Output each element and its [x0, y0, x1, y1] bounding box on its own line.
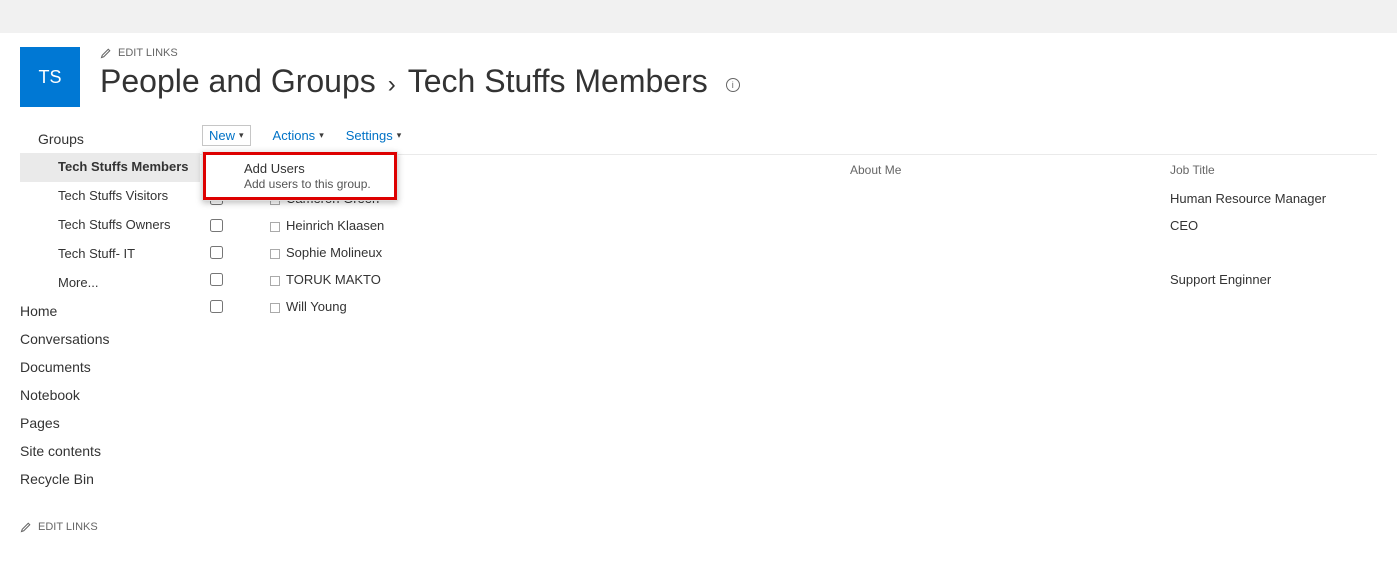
row-checkbox[interactable] [210, 300, 223, 313]
sidebar-link-label: Conversations [20, 331, 110, 347]
edit-links-label: EDIT LINKS [38, 521, 98, 533]
row-checkbox[interactable] [210, 273, 223, 286]
sidebar-item-label: Tech Stuff- IT [58, 246, 135, 261]
dropdown-item-subtitle: Add users to this group. [244, 177, 384, 191]
caret-down-icon: ▾ [397, 130, 402, 141]
sidebar-item-more[interactable]: More... [20, 269, 200, 298]
sidebar-link-label: Home [20, 303, 57, 319]
sidebar-link-label: Recycle Bin [20, 471, 94, 487]
member-job: Human Resource Manager [1170, 191, 1377, 206]
actions-label: Actions [273, 128, 316, 143]
breadcrumb-separator-icon: › [388, 71, 396, 99]
sidebar-item-visitors[interactable]: Tech Stuffs Visitors [20, 182, 200, 211]
col-job-header[interactable]: Job Title [1170, 163, 1377, 177]
edit-links-bottom[interactable]: EDIT LINKS [20, 521, 200, 533]
sidebar-link-notebook[interactable]: Notebook [20, 381, 200, 409]
page-header: TS EDIT LINKS People and Groups › Tech S… [0, 33, 1397, 107]
table-row: Heinrich Klaasen CEO [200, 212, 1377, 239]
sidebar-item-label: Tech Stuffs Members [58, 159, 189, 174]
actions-menu[interactable]: Actions ▾ [273, 128, 324, 143]
select-box-icon[interactable] [270, 249, 280, 259]
site-tile[interactable]: TS [20, 47, 80, 107]
select-box-icon[interactable] [270, 303, 280, 313]
dropdown-item-title: Add Users [244, 161, 384, 176]
sidebar-link-pages[interactable]: Pages [20, 409, 200, 437]
site-tile-label: TS [38, 67, 61, 88]
member-name[interactable]: Will Young [286, 299, 347, 314]
sidebar-link-label: Site contents [20, 443, 101, 459]
caret-down-icon: ▾ [319, 130, 324, 141]
member-job: CEO [1170, 218, 1377, 233]
breadcrumb: People and Groups › Tech Stuffs Members … [100, 63, 1397, 100]
sidebar-link-home[interactable]: Home [20, 297, 200, 325]
sidebar-item-members[interactable]: Tech Stuffs Members [20, 153, 200, 182]
toolbar: New ▾ Actions ▾ Settings ▾ [200, 125, 1377, 154]
row-checkbox[interactable] [210, 219, 223, 232]
sidebar-item-it[interactable]: Tech Stuff- IT [20, 240, 200, 269]
edit-links-top[interactable]: EDIT LINKS [100, 47, 1397, 59]
settings-label: Settings [346, 128, 393, 143]
sidebar-link-label: Notebook [20, 387, 80, 403]
col-about-header[interactable]: About Me [850, 163, 1170, 177]
sidebar: Groups Tech Stuffs Members Tech Stuffs V… [0, 125, 200, 533]
sidebar-heading-groups: Groups [20, 125, 200, 153]
row-checkbox[interactable] [210, 246, 223, 259]
sidebar-link-recycle-bin[interactable]: Recycle Bin [20, 465, 200, 493]
select-box-icon[interactable] [270, 276, 280, 286]
edit-links-label: EDIT LINKS [118, 47, 178, 59]
sidebar-item-label: Tech Stuffs Owners [58, 217, 170, 232]
new-label: New [209, 128, 235, 143]
settings-menu[interactable]: Settings ▾ [346, 128, 402, 143]
select-box-icon[interactable] [270, 222, 280, 232]
sidebar-item-label: Tech Stuffs Visitors [58, 188, 168, 203]
sidebar-link-label: Documents [20, 359, 91, 375]
sidebar-item-owners[interactable]: Tech Stuffs Owners [20, 211, 200, 240]
page-subtitle: Tech Stuffs Members [408, 63, 708, 100]
add-users-menu-item[interactable]: Add Users Add users to this group. [203, 152, 397, 200]
sidebar-link-label: Pages [20, 415, 60, 431]
table-row: TORUK MAKTO Support Enginner [200, 266, 1377, 293]
sidebar-link-documents[interactable]: Documents [20, 353, 200, 381]
member-job: Support Enginner [1170, 272, 1377, 287]
new-menu-dropdown: Add Users Add users to this group. [202, 151, 398, 201]
pencil-icon [20, 521, 32, 533]
new-menu[interactable]: New ▾ [202, 125, 251, 146]
sidebar-link-conversations[interactable]: Conversations [20, 325, 200, 353]
pencil-icon [100, 47, 112, 59]
info-icon[interactable]: i [726, 78, 740, 92]
sidebar-link-site-contents[interactable]: Site contents [20, 437, 200, 465]
member-name[interactable]: Sophie Molineux [286, 245, 382, 260]
member-name[interactable]: Heinrich Klaasen [286, 218, 384, 233]
table-row: Will Young [200, 293, 1377, 320]
table-row: Sophie Molineux [200, 239, 1377, 266]
page-title: People and Groups [100, 63, 376, 100]
suite-bar [0, 0, 1397, 33]
main: New ▾ Actions ▾ Settings ▾ Add Users Add… [200, 125, 1397, 533]
sidebar-item-label: More... [58, 275, 98, 290]
member-name[interactable]: TORUK MAKTO [286, 272, 381, 287]
caret-down-icon: ▾ [239, 130, 244, 141]
